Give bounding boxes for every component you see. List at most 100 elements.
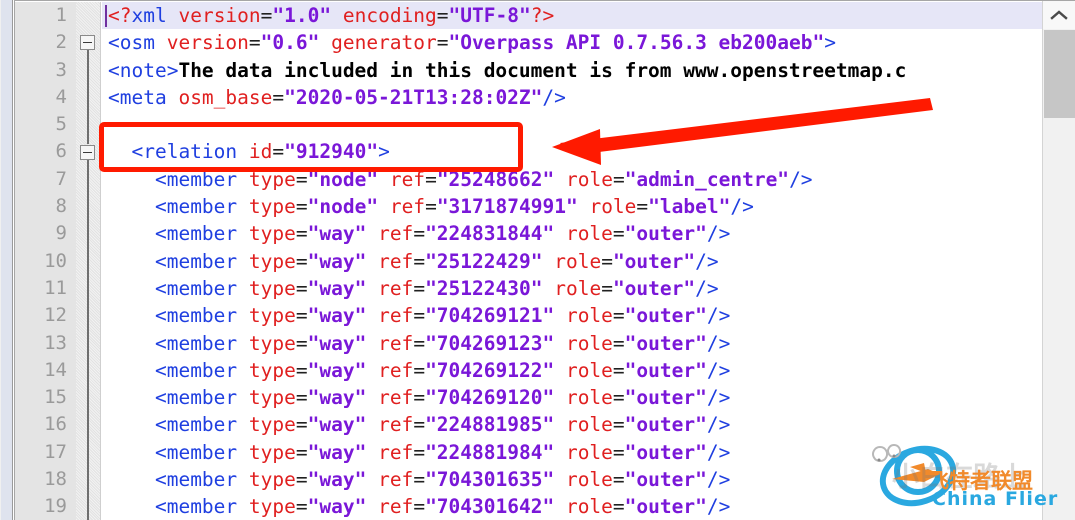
token-tg: <member [154, 468, 238, 492]
code-line[interactable]: <meta osm_base="2020-05-21T13:28:02Z"/> [102, 84, 1057, 111]
token-at: type [248, 358, 296, 382]
code-line[interactable]: <member type="way" ref="25122429" role="… [102, 248, 1057, 275]
token-tg: <member [154, 358, 238, 382]
token-tg: <member [154, 331, 238, 355]
token-vl: "25122429" [425, 249, 543, 273]
scrollbar-thumb[interactable] [1044, 30, 1075, 118]
scroll-up-button[interactable] [1043, 1, 1075, 29]
code-line[interactable]: <osm version="0.6" generator="Overpass A… [102, 29, 1057, 56]
token-tg: <member [154, 195, 238, 219]
line-number: 7 [55, 167, 67, 190]
token-vl: "outer" [612, 249, 696, 273]
token-vl: "3171874991" [436, 195, 578, 219]
code-line[interactable]: <relation id="912940"> [102, 138, 1057, 165]
code-line[interactable]: <note>The data included in this document… [102, 57, 1057, 84]
token-at: role [565, 495, 613, 519]
code-line[interactable]: <member type="way" ref="704269120" role=… [102, 384, 1057, 411]
token-tg: <relation [131, 140, 238, 164]
token-vl: "way" [307, 249, 367, 273]
token-vl: "704301635" [425, 468, 555, 492]
line-number: 2 [55, 31, 67, 54]
token-eq: = [425, 167, 437, 191]
token-vl: "704301642" [425, 495, 555, 519]
token-tg: /> [706, 440, 731, 464]
token-eq: = [413, 276, 426, 300]
token-tg: <note> [108, 58, 179, 82]
token-tg: xml [131, 4, 167, 27]
token-tg: <member [154, 413, 238, 437]
code-editor-pane[interactable]: 1 2 3 4 5 6 7 8 9 10 11 12 13 14 15 16 17 18 19 <?xml vers… [14, 0, 1075, 520]
token-at: ref [378, 495, 414, 519]
token-vl: "2020-05-21T13:28:02Z" [284, 85, 543, 109]
token-at: generator [331, 31, 437, 55]
token-vl: "outer" [624, 358, 707, 382]
token-vl: "224881985" [425, 413, 555, 437]
vertical-scrollbar[interactable] [1042, 1, 1075, 520]
token-vl: "way" [307, 331, 367, 355]
code-line[interactable]: <member type="node" ref="3171874991" rol… [102, 193, 1057, 220]
token-eq: = [295, 386, 308, 410]
line-number: 18 [44, 468, 67, 491]
code-line[interactable]: <member type="way" ref="704269123" role=… [102, 330, 1057, 357]
token-at: role [565, 468, 613, 492]
code-line[interactable]: <member type="way" ref="704269122" role=… [102, 357, 1057, 384]
token-tg: <member [154, 304, 238, 328]
line-number: 4 [55, 85, 67, 108]
token-vl: "224881984" [425, 440, 555, 464]
code-line[interactable] [102, 111, 1057, 138]
fold-toggle-6[interactable] [80, 144, 95, 160]
token-vl: "node" [307, 195, 379, 219]
token-eq: = [425, 195, 437, 219]
adjacent-panel-sliver [0, 0, 13, 520]
token-at: type [248, 386, 296, 410]
token-at: role [589, 195, 637, 219]
token-eq: = [295, 222, 308, 246]
code-line[interactable]: <member type="node" ref="25248662" role=… [102, 166, 1057, 193]
token-vl: "1.0" [272, 4, 332, 27]
code-line[interactable]: <member type="way" ref="25122430" role="… [102, 275, 1057, 302]
token-eq: = [295, 331, 308, 355]
code-line[interactable]: <member type="way" ref="704269121" role=… [102, 302, 1057, 329]
code-line[interactable]: <?xml version="1.0" encoding="UTF-8"?> [102, 2, 1057, 30]
token-at: role [565, 358, 613, 382]
code-line[interactable]: <member type="way" ref="224881985" role=… [102, 411, 1057, 438]
token-vl: "way" [307, 358, 367, 382]
token-vl: "outer" [624, 386, 707, 410]
text-caret [105, 5, 107, 27]
line-number: 12 [44, 304, 67, 327]
code-fold-column[interactable] [76, 2, 101, 520]
token-vl: "way" [307, 413, 367, 437]
token-eq: = [295, 358, 308, 382]
code-line[interactable]: <member type="way" ref="224831844" role=… [102, 220, 1057, 247]
token-vl: "704269122" [425, 358, 555, 382]
token-tg: /> [789, 167, 813, 191]
token-eq: = [413, 440, 426, 464]
token-eq: = [413, 358, 426, 382]
token-at: type [248, 195, 296, 219]
token-vl: "way" [307, 468, 367, 492]
token-eq: = [636, 195, 649, 219]
fold-toggle-2[interactable] [80, 35, 95, 51]
token-eq: = [295, 276, 308, 300]
